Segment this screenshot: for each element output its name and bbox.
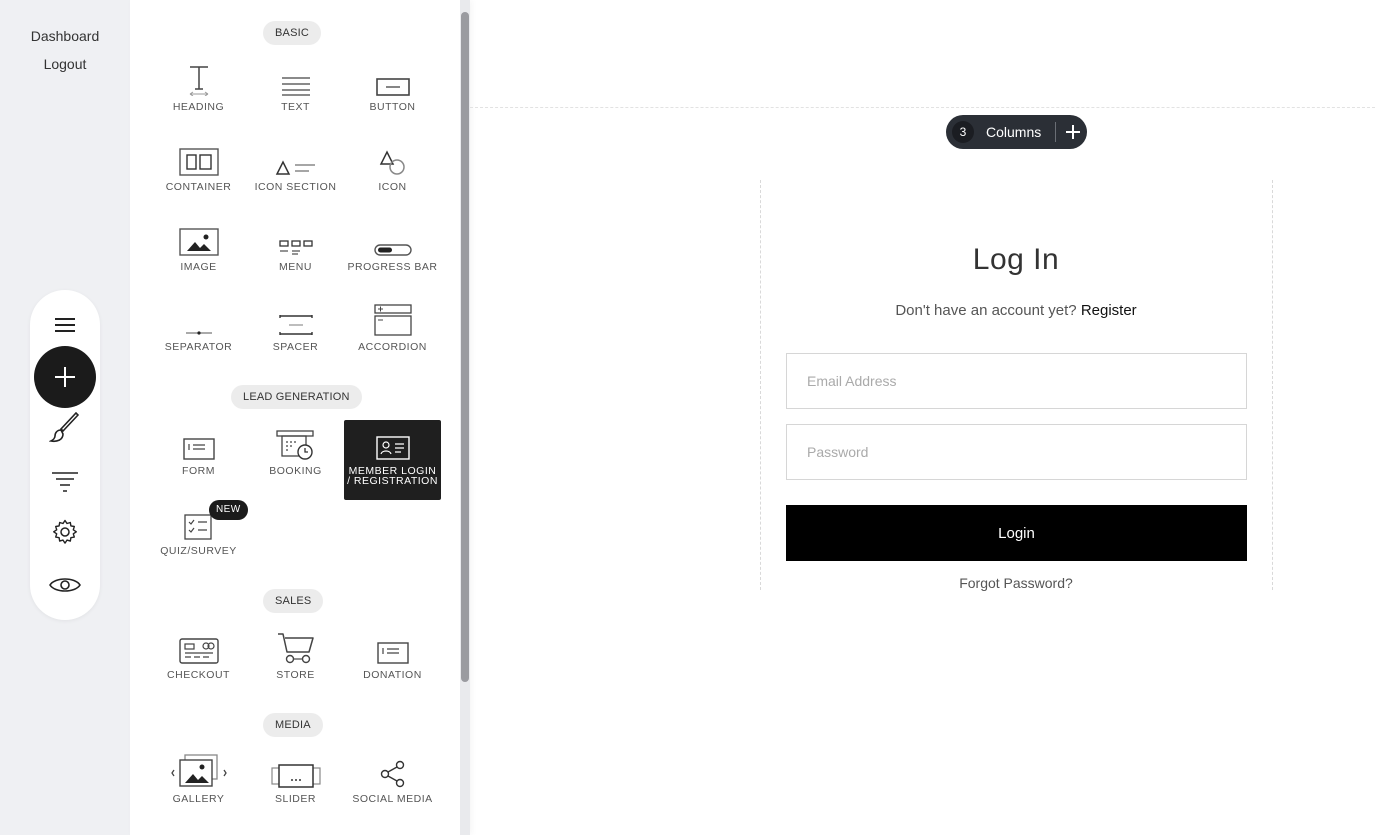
tile-label: TEXT [281, 101, 310, 113]
no-account-text: Don't have an account yet? [895, 302, 1077, 319]
tile-label: SPACER [272, 341, 319, 353]
filter-icon[interactable] [45, 462, 85, 502]
tile-text[interactable]: TEXT [247, 60, 344, 140]
tile-separator[interactable]: SEPARATOR [150, 300, 247, 380]
member-login-icon [375, 436, 410, 460]
tile-accordion[interactable]: ACCORDION [344, 300, 441, 380]
columns-control[interactable]: 3 Columns [946, 115, 1087, 149]
brush-icon[interactable] [45, 408, 85, 448]
tile-icon[interactable]: ICON [344, 140, 441, 220]
login-title: Log In [972, 243, 1060, 276]
login-button[interactable]: Login [786, 505, 1247, 561]
tile-label: SLIDER [275, 793, 316, 805]
tile-label: ICON SECTION [254, 181, 337, 193]
add-element-button[interactable] [34, 346, 96, 408]
form-icon [182, 438, 215, 460]
tile-label: STORE [276, 669, 315, 681]
tile-heading[interactable]: HEADING [150, 60, 247, 140]
tile-label: MEMBER LOGIN / REGISTRATION [347, 465, 438, 487]
gallery-icon [170, 754, 227, 787]
share-icon [380, 760, 404, 788]
tile-label: GALLERY [172, 793, 225, 805]
tile-slider[interactable]: SLIDER [247, 752, 344, 832]
tile-member-login[interactable]: MEMBER LOGIN / REGISTRATION [344, 420, 441, 500]
quiz-survey-icon [183, 514, 212, 540]
icon-icon [379, 150, 405, 175]
tile-label: BUTTON [369, 101, 416, 113]
icon-section-icon [275, 160, 315, 175]
left-rail: Dashboard Logout [0, 0, 130, 835]
forgot-password-link[interactable]: Forgot Password? [760, 575, 1272, 591]
spacer-icon [278, 315, 313, 335]
register-link[interactable]: Register [1081, 302, 1137, 319]
logout-link[interactable]: Logout [0, 56, 130, 72]
section-basic: BASIC [263, 21, 322, 45]
tile-label: CONTAINER [165, 181, 232, 193]
tile-label: ICON [378, 181, 407, 193]
text-icon [281, 77, 310, 96]
tile-icon-section[interactable]: ICON SECTION [247, 140, 344, 220]
container-icon [178, 148, 219, 176]
plus-icon [1066, 125, 1081, 139]
column-guide-left [760, 180, 761, 590]
tile-label: BOOKING [269, 465, 322, 477]
columns-label: Columns [986, 124, 1042, 140]
cart-icon [277, 633, 314, 664]
tile-label: CHECKOUT [167, 669, 230, 681]
plus-icon [55, 367, 75, 387]
checkout-icon [178, 638, 219, 664]
tile-menu[interactable]: MENU [247, 220, 344, 300]
tile-label: HEADING [172, 101, 225, 113]
tile-label: SOCIAL MEDIA [352, 793, 433, 805]
tile-label: PROGRESS BAR [347, 261, 438, 273]
tile-spacer[interactable]: SPACER [247, 300, 344, 380]
tile-label: IMAGE [180, 261, 217, 273]
image-icon [178, 228, 219, 256]
columns-divider [1055, 122, 1057, 142]
tile-social-media[interactable]: SOCIAL MEDIA [344, 752, 441, 832]
heading-icon [189, 66, 208, 96]
section-media: MEDIA [263, 713, 323, 737]
menu-tile-icon [278, 240, 313, 255]
tile-label: SEPARATOR [164, 341, 233, 353]
tile-label: DONATION [363, 669, 422, 681]
section-sales: SALES [263, 589, 324, 613]
booking-icon [275, 430, 314, 460]
tile-progress-bar[interactable]: PROGRESS BAR [344, 220, 441, 300]
accordion-icon [373, 304, 412, 336]
eye-icon[interactable] [45, 565, 85, 605]
tile-container[interactable]: CONTAINER [150, 140, 247, 220]
tile-image[interactable]: IMAGE [150, 220, 247, 300]
tile-checkout[interactable]: CHECKOUT [150, 628, 247, 708]
section-divider [470, 107, 1375, 108]
donation-icon [376, 642, 409, 664]
password-field[interactable] [786, 424, 1247, 480]
editor-toolbar [30, 290, 100, 620]
slider-icon [270, 764, 321, 788]
button-icon [375, 78, 410, 96]
gear-icon[interactable] [45, 512, 85, 552]
tile-store[interactable]: STORE [247, 628, 344, 708]
dashboard-link[interactable]: Dashboard [0, 28, 130, 44]
new-badge: NEW [209, 500, 248, 520]
progress-bar-icon [373, 244, 412, 256]
tile-label: MENU [279, 261, 312, 273]
tile-donation[interactable]: DONATION [344, 628, 441, 708]
login-subtitle: Don't have an account yet? Register [760, 302, 1272, 319]
separator-icon [185, 331, 212, 335]
menu-icon[interactable] [45, 305, 85, 345]
columns-count: 3 [952, 121, 974, 143]
email-field[interactable] [786, 353, 1247, 409]
section-lead-generation: LEAD GENERATION [231, 385, 362, 409]
tile-label: QUIZ/SURVEY [160, 545, 237, 557]
tile-button[interactable]: BUTTON [344, 60, 441, 140]
tile-gallery[interactable]: GALLERY [150, 752, 247, 832]
tile-booking[interactable]: BOOKING [247, 424, 344, 504]
column-guide-right [1272, 180, 1273, 590]
tile-form[interactable]: FORM [150, 424, 247, 504]
add-column-button[interactable] [1065, 124, 1081, 140]
tile-label: FORM [182, 465, 215, 477]
tile-label: ACCORDION [358, 341, 427, 353]
panel-scrollbar-thumb[interactable] [461, 12, 469, 682]
